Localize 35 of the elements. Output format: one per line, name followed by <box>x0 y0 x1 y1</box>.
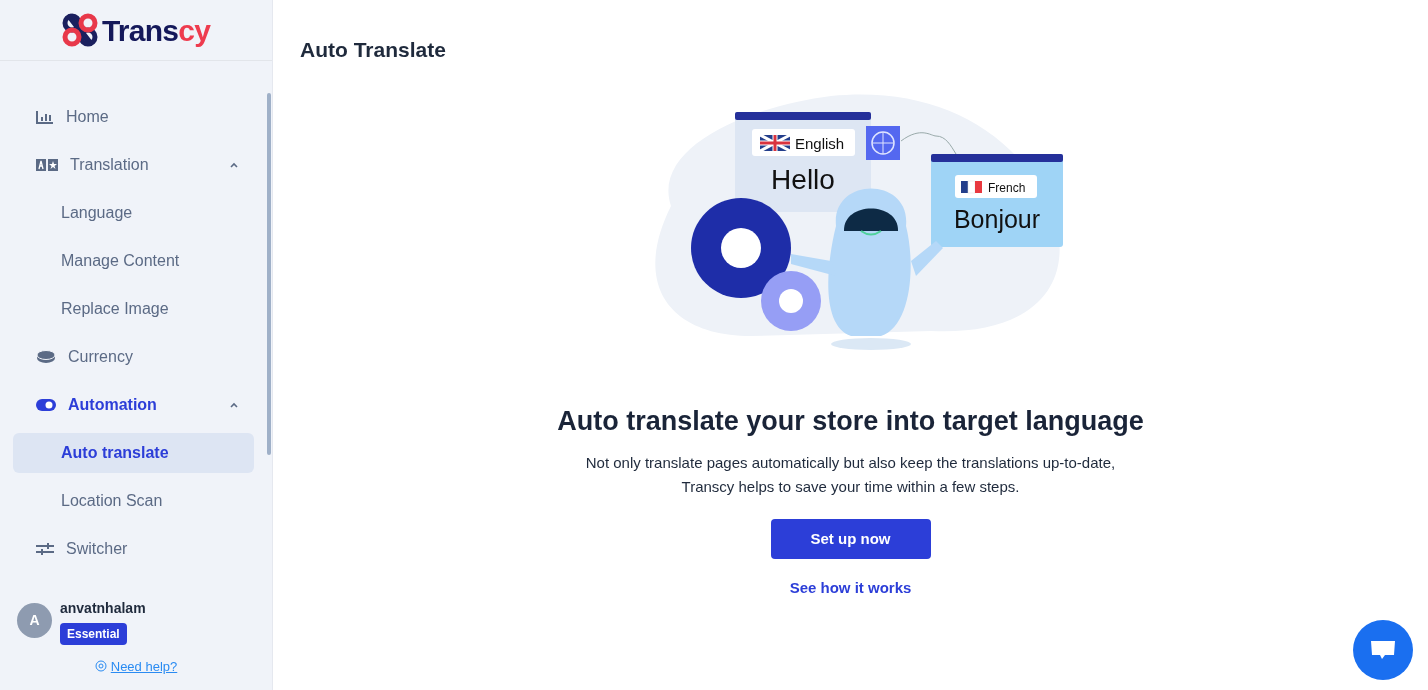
user-name: anvatnhalam <box>60 598 146 618</box>
sidebar-subitem[interactable]: Manage Content <box>13 241 254 281</box>
greeting-word: Hello <box>770 163 835 195</box>
description: Not only translate pages automatically but also keep the translations up-to-date, Transcy helps to save your time within a few steps. <box>585 453 1116 497</box>
sidebar-subitem[interactable]: Location Scan <box>13 481 254 521</box>
how-it-works-link[interactable]: See how it works <box>789 577 912 600</box>
sidebar-subitem[interactable]: Replace Image <box>13 289 254 329</box>
chat-button[interactable] <box>1353 620 1413 680</box>
bar-chart-icon <box>36 110 54 124</box>
avatar: A <box>17 602 52 638</box>
chevron-icon[interactable] <box>229 162 239 168</box>
greeting-word: Bonjour <box>953 204 1040 233</box>
chevron-icon[interactable] <box>229 402 239 408</box>
coin-icon <box>36 350 56 364</box>
sidebar-subitem[interactable]: Auto translate <box>13 433 254 473</box>
language-label: French <box>987 180 1025 195</box>
sidebar-item[interactable]: Switcher <box>13 529 254 569</box>
toggle-icon <box>36 399 56 411</box>
sliders-icon <box>36 543 54 555</box>
help-link[interactable]: Need help? <box>110 656 178 676</box>
logo-text: Transcy <box>101 12 211 49</box>
logo-icon <box>61 13 98 47</box>
plan-badge: Essential <box>60 622 127 645</box>
sidebar-item[interactable]: Automation <box>13 385 254 425</box>
page-title: Auto Translate <box>299 37 447 63</box>
language-label: English <box>794 134 844 152</box>
sidebar-item[interactable]: Currency <box>13 337 254 377</box>
sidebar-item[interactable]: Translation <box>13 145 254 185</box>
lifebuoy-icon <box>94 660 107 673</box>
setup-button[interactable]: Set up now <box>770 519 931 559</box>
translate-icon <box>36 159 58 171</box>
scrollbar-thumb[interactable] <box>267 93 271 455</box>
sidebar-subitem[interactable]: Language <box>13 193 254 233</box>
section-heading: Auto translate your store into target language <box>557 404 1144 438</box>
sidebar-item[interactable]: Home <box>13 97 254 137</box>
